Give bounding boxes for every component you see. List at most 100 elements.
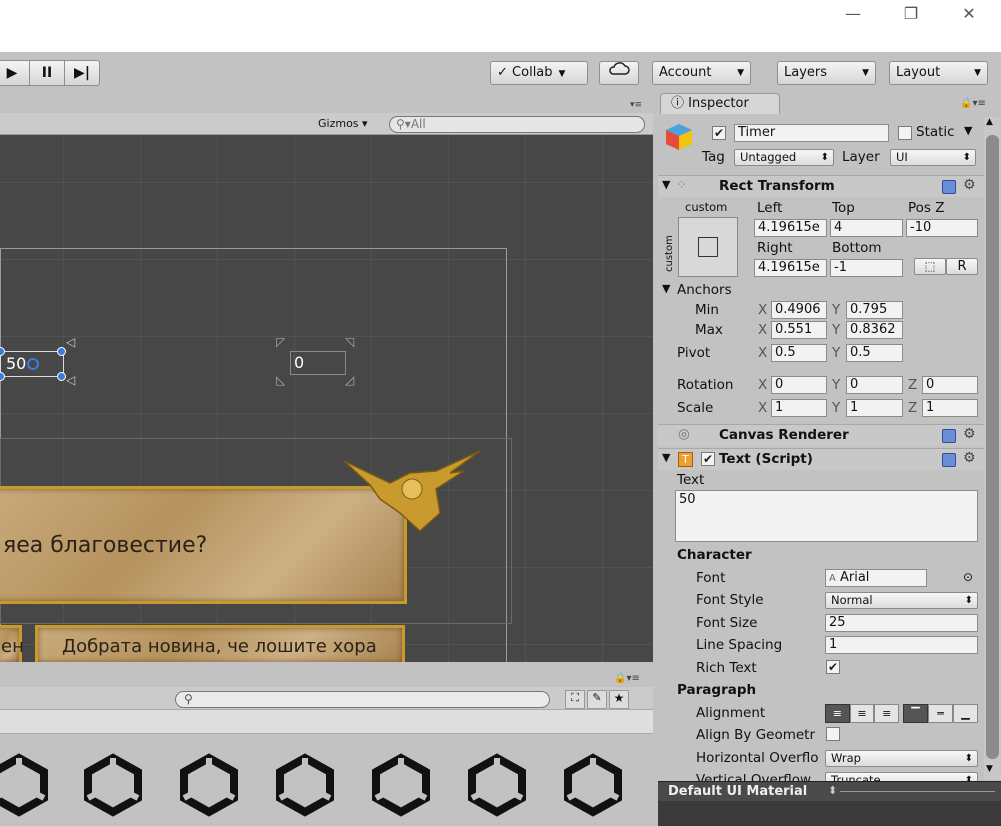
collab-button[interactable]: ✓ Collab ▼: [490, 61, 588, 85]
scale-z-field[interactable]: 1: [922, 399, 978, 417]
align-geometry-checkbox[interactable]: [826, 727, 840, 741]
answer-right-panel[interactable]: Добрата новина, че лошите хора: [35, 625, 405, 662]
anchor-preset-button[interactable]: [678, 217, 738, 277]
unity-asset-icon[interactable]: [464, 752, 530, 818]
layer-dropdown[interactable]: UI ⬍: [890, 149, 976, 166]
lock-icon[interactable]: 🔒▾≡: [960, 98, 986, 109]
gizmos-dropdown[interactable]: Gizmos ▾: [318, 117, 368, 130]
second-text-rect[interactable]: 0: [290, 351, 346, 375]
unity-asset-icon[interactable]: [560, 752, 626, 818]
blueprint-mode-button[interactable]: ⬚: [914, 258, 946, 275]
help-book-icon[interactable]: [942, 453, 956, 467]
align-left-icon[interactable]: ≡: [825, 704, 850, 723]
object-picker-icon[interactable]: ⊙: [963, 570, 973, 584]
text-script-header[interactable]: ▼ T ✔ Text (Script) ⚙: [658, 448, 985, 470]
scroll-up-icon[interactable]: ▲: [986, 117, 993, 127]
anchor-icon[interactable]: ◁: [66, 373, 75, 387]
static-checkbox[interactable]: [898, 126, 912, 140]
gear-icon[interactable]: ⚙: [963, 177, 976, 193]
lock-icon[interactable]: 🔒▾≡: [614, 673, 640, 684]
align-right-icon[interactable]: ≡: [874, 704, 900, 723]
foldout-arrow-icon[interactable]: ▼: [662, 282, 670, 295]
top-field[interactable]: 4: [830, 219, 903, 237]
rich-text-checkbox[interactable]: ✔: [826, 660, 840, 674]
gear-icon[interactable]: ⚙: [963, 426, 976, 442]
rotation-y-field[interactable]: 0: [846, 376, 903, 394]
text-enabled-checkbox[interactable]: ✔: [701, 452, 715, 466]
active-checkbox[interactable]: ✔: [712, 126, 726, 140]
horizontal-overflow-dropdown[interactable]: Wrap ⬍: [825, 750, 978, 767]
scrollbar-thumb[interactable]: [986, 135, 999, 759]
pivot-x-field[interactable]: 0.5: [771, 344, 827, 362]
align-middle-icon[interactable]: ═: [928, 704, 953, 723]
anchor-min-y-field[interactable]: 0.795: [846, 301, 903, 319]
canvas-renderer-header[interactable]: ◎ Canvas Renderer ⚙: [658, 424, 985, 446]
align-top-icon[interactable]: ▔: [903, 704, 928, 723]
left-field[interactable]: 4.19615e: [754, 219, 827, 237]
y-label: Y: [832, 377, 841, 393]
line-spacing-field[interactable]: 1: [825, 636, 978, 654]
unity-asset-icon[interactable]: [176, 752, 242, 818]
align-bottom-icon[interactable]: ▁: [953, 704, 978, 723]
rect-handle[interactable]: [57, 372, 66, 381]
right-field[interactable]: 4.19615e: [754, 259, 827, 277]
answer-left-panel[interactable]: ен: [0, 625, 24, 662]
rotation-z-field[interactable]: 0: [922, 376, 978, 394]
pause-button[interactable]: II: [29, 61, 64, 85]
scene-search-input[interactable]: ⚲▾All: [389, 116, 645, 133]
project-search-input[interactable]: ⚲: [175, 691, 550, 708]
rect-transform-header[interactable]: ▼ ⁘ Rect Transform ⚙: [658, 175, 985, 197]
step-button[interactable]: ▶|: [64, 61, 99, 85]
vertical-alignment-group: ▔ ═ ▁: [903, 704, 978, 723]
object-name-field[interactable]: Timer: [734, 124, 889, 142]
scroll-down-icon[interactable]: ▼: [986, 764, 993, 774]
bottom-field[interactable]: -1: [830, 259, 903, 277]
unity-asset-icon[interactable]: [80, 752, 146, 818]
text-content-field[interactable]: 50: [675, 490, 978, 542]
anchor-max-y-field[interactable]: 0.8362: [846, 321, 903, 339]
help-book-icon[interactable]: [942, 429, 956, 443]
rect-handle[interactable]: [57, 347, 66, 356]
font-style-dropdown[interactable]: Normal ⬍: [825, 592, 978, 609]
account-dropdown[interactable]: Account ▼: [652, 61, 751, 85]
scale-y-field[interactable]: 1: [846, 399, 903, 417]
foldout-arrow-icon: ▼: [662, 178, 671, 191]
play-button[interactable]: ▶: [0, 61, 29, 85]
unity-asset-icon[interactable]: [0, 752, 52, 818]
scale-x-field[interactable]: 1: [771, 399, 827, 417]
cloud-button[interactable]: [599, 61, 639, 85]
font-style-value: Normal: [831, 593, 873, 607]
material-preview-header[interactable]: Default UI Material ⬍: [658, 781, 1001, 801]
unity-asset-icon[interactable]: [368, 752, 434, 818]
tag-dropdown[interactable]: Untagged ⬍: [734, 149, 834, 166]
favorite-star-icon[interactable]: ★: [609, 690, 629, 709]
help-book-icon[interactable]: [942, 180, 956, 194]
font-field[interactable]: A Arial: [825, 569, 927, 587]
z-label: Z: [908, 377, 918, 393]
min-label: Min: [695, 302, 719, 318]
unity-asset-icon[interactable]: [272, 752, 338, 818]
scene-view[interactable]: 50 ◁ ◁ 0 ◸ ◹ ◺ ◿ яеа благовестие? ен Доб…: [0, 135, 653, 662]
font-size-field[interactable]: 25: [825, 614, 978, 632]
anchor-min-x-field[interactable]: 0.4906: [771, 301, 827, 319]
pivot-icon[interactable]: [27, 358, 39, 370]
panel-menu-icon[interactable]: ▾≡: [630, 100, 642, 110]
pivot-y-field[interactable]: 0.5: [846, 344, 903, 362]
anchor-icon[interactable]: ◁: [66, 335, 75, 349]
rotation-x-field[interactable]: 0: [771, 376, 827, 394]
raw-edit-button[interactable]: R: [946, 258, 978, 275]
align-center-icon[interactable]: ≡: [849, 704, 875, 723]
filter-label-icon[interactable]: ✎: [587, 690, 607, 709]
tab-inspector[interactable]: ⓘ Inspector: [660, 93, 780, 114]
layout-dropdown[interactable]: Layout ▼: [889, 61, 988, 85]
posz-field[interactable]: -10: [906, 219, 978, 237]
layers-dropdown[interactable]: Layers ▼: [777, 61, 876, 85]
restore-button[interactable]: ❐: [896, 4, 926, 24]
minimize-button[interactable]: —: [838, 4, 868, 24]
filter-type-icon[interactable]: ⛶: [565, 690, 585, 709]
gear-icon[interactable]: ⚙: [963, 450, 976, 466]
close-button[interactable]: ✕: [954, 4, 984, 24]
alignment-label: Alignment: [696, 705, 766, 721]
anchor-max-x-field[interactable]: 0.551: [771, 321, 827, 339]
chevron-down-icon[interactable]: ▼: [964, 124, 972, 137]
